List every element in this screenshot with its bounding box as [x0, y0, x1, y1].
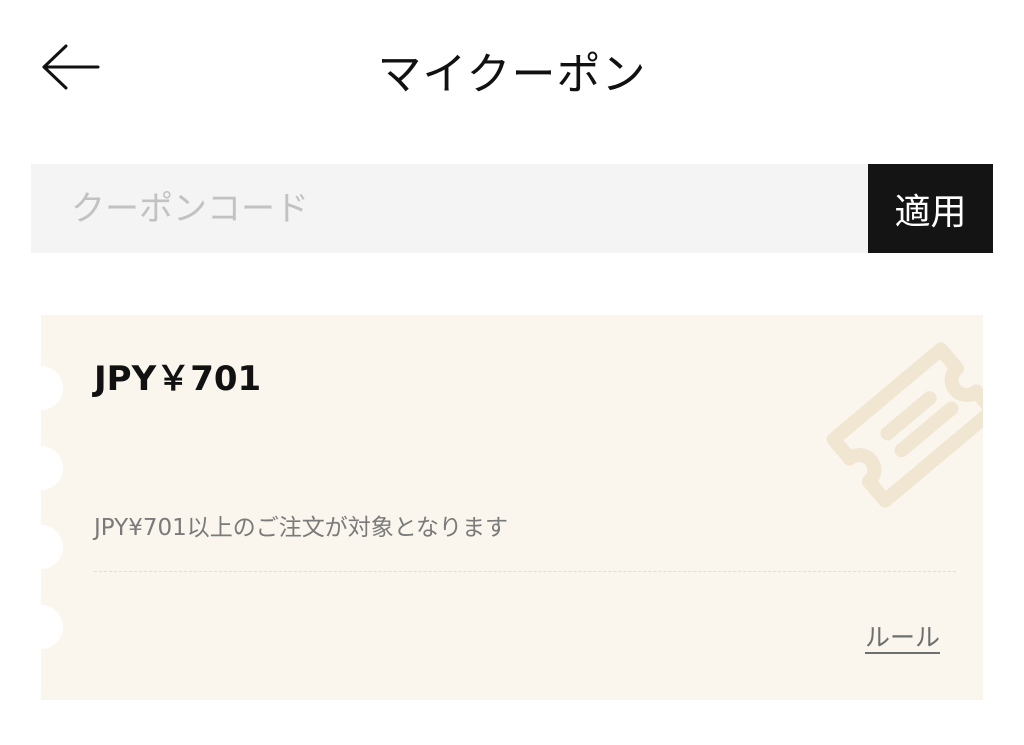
coupon-code-form: 適用 — [31, 164, 993, 253]
ticket-notch — [41, 366, 63, 410]
coupon-code-input[interactable] — [31, 164, 868, 253]
coupon-condition: JPY¥701以上のご注文が対象となります — [94, 515, 509, 541]
coupon-card[interactable]: JPY￥701 JPY¥701以上のご注文が対象となります ルール — [41, 315, 983, 700]
header: マイクーポン — [0, 0, 1024, 130]
ticket-notch — [41, 446, 63, 490]
ticket-icon — [826, 342, 983, 508]
apply-button[interactable]: 適用 — [868, 164, 993, 253]
ticket-notch — [41, 605, 63, 649]
page-title: マイクーポン — [377, 49, 647, 100]
ticket-notch — [41, 525, 63, 569]
coupon-divider — [94, 571, 956, 572]
coupon-amount: JPY￥701 — [94, 359, 262, 399]
rules-link[interactable]: ルール — [865, 618, 940, 654]
